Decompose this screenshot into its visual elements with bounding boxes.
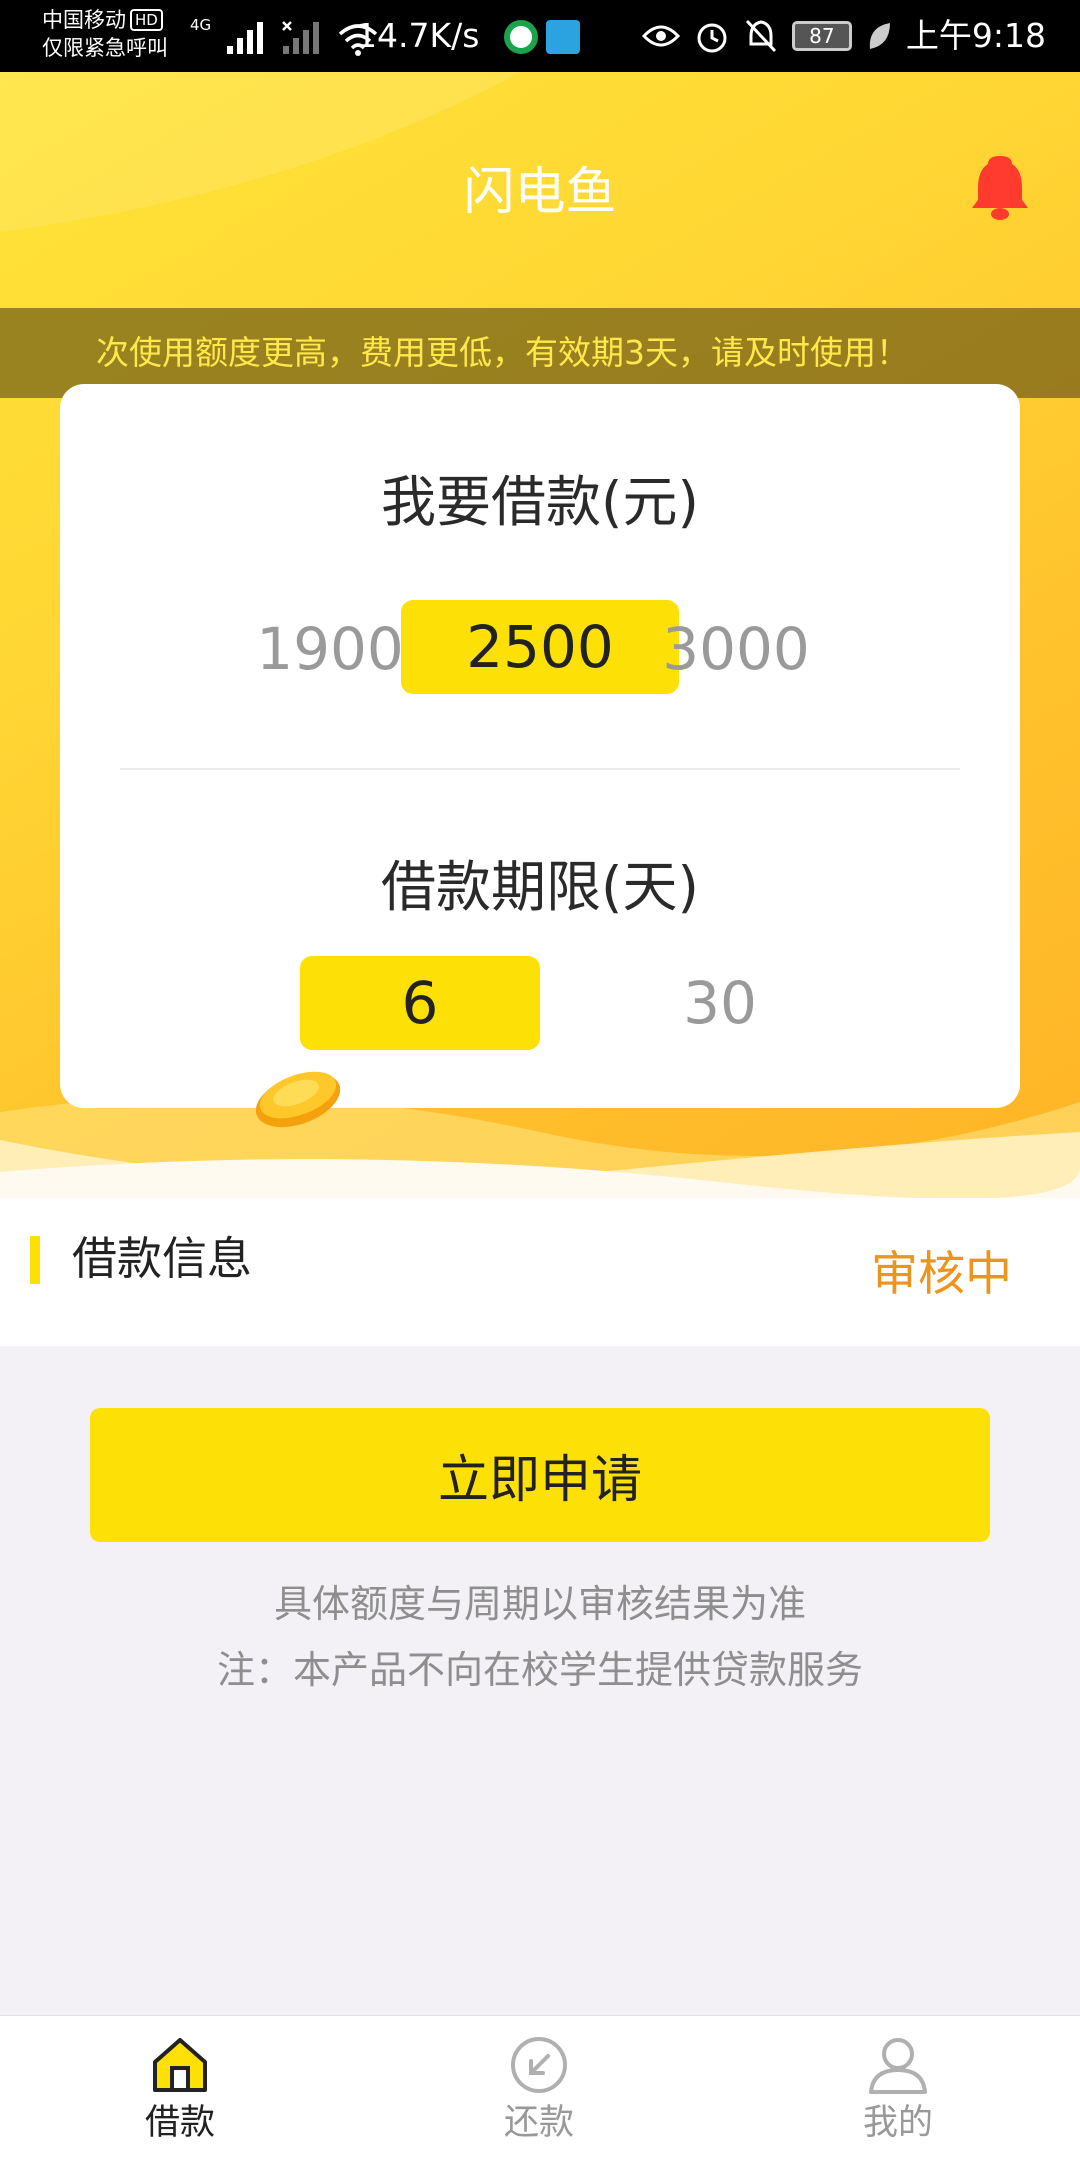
nav-label-mine: 我的 — [862, 2103, 933, 2143]
user-icon — [869, 2038, 927, 2094]
signal-empty-icon — [282, 21, 320, 54]
nav-item-borrow[interactable]: 借款 — [90, 2034, 270, 2154]
disclaimer-text: 具体额度与周期以审核结果为准 — [273, 1582, 806, 1626]
emergency-text: 仅限紧急呼叫 — [42, 36, 168, 60]
eye-icon — [641, 25, 680, 47]
clock-time: 上午9:18 — [905, 16, 1046, 55]
status-bar: 中国移动 HD 仅限紧急呼叫 4G 14.7K/s 87 上午9:18 — [0, 0, 1080, 72]
app-title: 闪电鱼 — [463, 163, 617, 222]
nav-item-mine[interactable]: 我的 — [808, 2034, 988, 2154]
home-icon — [153, 2038, 207, 2092]
nav-label-repay: 还款 — [503, 2103, 574, 2143]
browser-app-icon — [504, 20, 538, 54]
battery-indicator: 87 — [791, 21, 852, 51]
notification-icons — [504, 20, 580, 54]
leaf-icon — [869, 23, 890, 49]
nav-item-repay[interactable]: 还款 — [449, 2034, 629, 2154]
term-option-6[interactable]: 6 — [300, 956, 540, 1050]
signal-indicators: 4G — [190, 16, 379, 56]
amount-option-3000[interactable]: 3000 — [601, 602, 871, 696]
carrier-name: 中国移动 — [42, 8, 126, 32]
hd-badge: HD — [130, 9, 163, 31]
term-option-30[interactable]: 30 — [615, 956, 825, 1050]
alarm-icon — [697, 23, 727, 53]
telegram-app-icon — [546, 20, 580, 54]
repay-icon — [511, 2037, 567, 2093]
bell-icon[interactable] — [968, 152, 1032, 222]
loan-amount-heading: 我要借款(元) — [381, 470, 699, 534]
loan-info-label: 借款信息 — [72, 1232, 253, 1285]
status-right: 87 上午9:18 — [641, 14, 1046, 58]
loan-term-heading: 借款期限(天) — [381, 855, 699, 919]
net-speed: 14.7K/s — [356, 16, 480, 55]
loan-selection-card: 我要借款(元) 1900 2500 3000 借款期限(天) 6 30 — [60, 384, 1020, 1108]
signal-icon — [227, 22, 264, 54]
coin-decoration — [255, 1071, 341, 1128]
student-notice-text: 注：本产品不向在校学生提供贷款服务 — [216, 1648, 863, 1692]
apply-now-button[interactable]: 立即申请 — [90, 1408, 990, 1542]
loan-info-row[interactable]: 借款信息 审核中 — [0, 1198, 1080, 1346]
loan-status-badge: 审核中 — [871, 1247, 1012, 1302]
nav-label-borrow: 借款 — [144, 2103, 215, 2143]
carrier-info: 中国移动 HD 仅限紧急呼叫 — [42, 6, 168, 62]
network-type: 4G — [190, 16, 212, 34]
hero-banner: 闪电鱼 次使用额度更高，费用更低，有效期3天，请及时使用！ 我要借款(元) 19… — [0, 72, 1080, 1200]
card-divider — [120, 768, 960, 770]
mute-icon — [745, 19, 776, 53]
bottom-nav: 借款 还款 我的 — [0, 2015, 1080, 2160]
section-accent-bar — [30, 1236, 40, 1284]
